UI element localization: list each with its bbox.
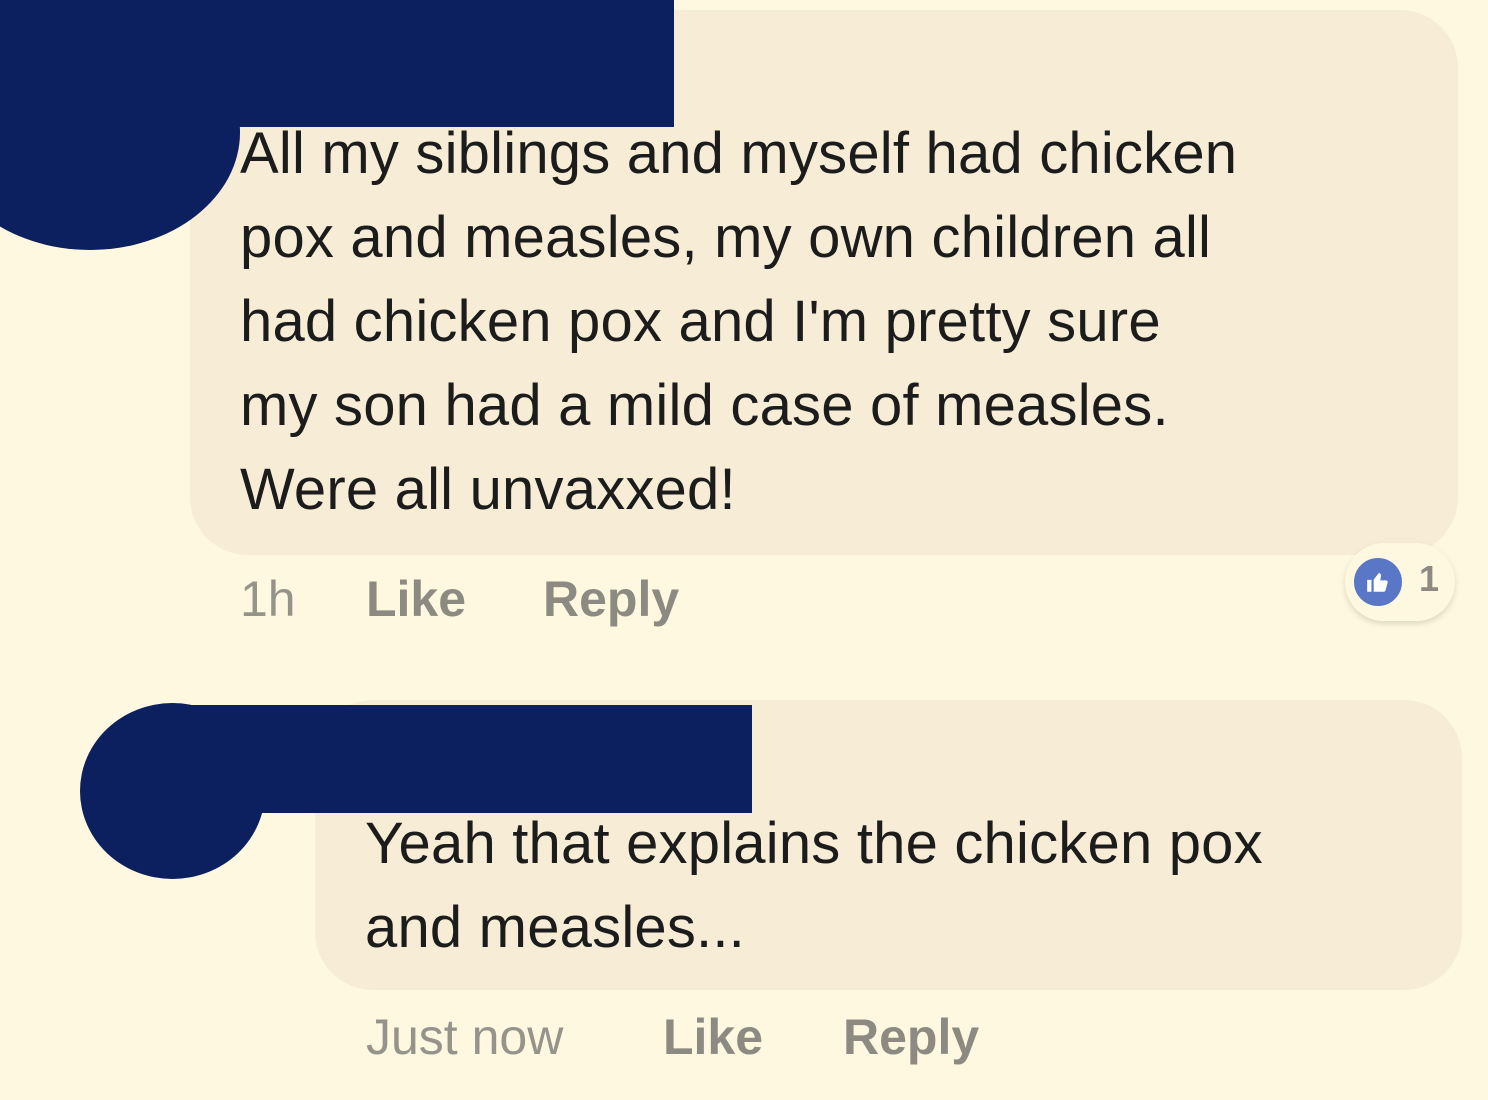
thumbs-up-icon: [1351, 555, 1405, 609]
reply-button-2[interactable]: Reply: [843, 1008, 979, 1066]
comment-text-2: Yeah that explains the chicken pox and m…: [365, 811, 1263, 960]
like-button-1[interactable]: Like: [366, 570, 466, 628]
comment-timestamp-2[interactable]: Just now: [366, 1008, 563, 1066]
comment-timestamp-1[interactable]: 1h: [240, 570, 296, 628]
redacted-author-name-2: [170, 705, 752, 813]
reply-button-1[interactable]: Reply: [543, 570, 679, 628]
reaction-summary-1[interactable]: 1: [1345, 543, 1455, 621]
redacted-author-name-1: [0, 0, 674, 127]
comment-text-1: All my siblings and myself had chicken p…: [240, 121, 1238, 522]
like-button-2[interactable]: Like: [663, 1008, 763, 1066]
reaction-count: 1: [1419, 558, 1440, 599]
